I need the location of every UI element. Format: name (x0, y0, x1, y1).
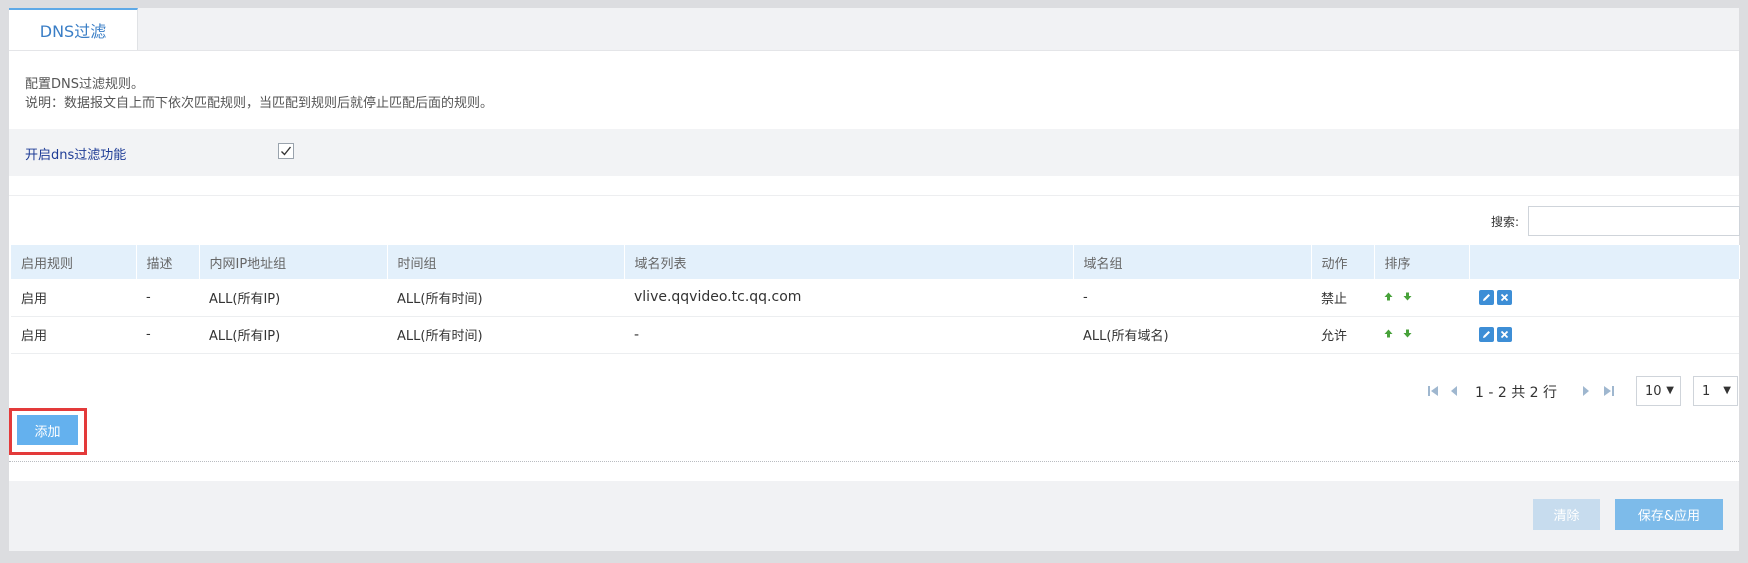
chevron-down-icon: ▼ (1666, 385, 1674, 396)
clear-button[interactable]: 清除 (1533, 499, 1600, 530)
cell-action: 禁止 (1311, 279, 1374, 317)
cell-time-group: ALL(所有时间) (387, 279, 624, 317)
table-row: 启用 - ALL(所有IP) ALL(所有时间) - ALL(所有域名) 允许 (11, 316, 1739, 354)
enable-dns-filter-row: 开启dns过滤功能 (9, 129, 1739, 176)
header-enabled: 启用规则 (11, 245, 137, 279)
rules-table: 启用规则 描述 内网IP地址组 时间组 域名列表 域名组 动作 排序 启用 - … (11, 245, 1740, 354)
header-time-group: 时间组 (387, 245, 625, 279)
add-button[interactable]: 添加 (17, 415, 78, 445)
search-input[interactable] (1528, 206, 1740, 236)
cell-action: 允许 (1311, 316, 1374, 354)
cell-ip-group: ALL(所有IP) (199, 279, 387, 317)
cell-enabled: 启用 (11, 316, 136, 354)
cell-description: - (136, 279, 199, 317)
divider (9, 195, 1739, 196)
cell-ip-group: ALL(所有IP) (199, 316, 387, 354)
check-icon (281, 146, 292, 156)
cell-enabled: 启用 (11, 279, 136, 317)
cell-description: - (136, 316, 199, 354)
description-line1: 配置DNS过滤规则。 (25, 77, 144, 92)
header-operations (1469, 245, 1740, 279)
page-number-value: 1 (1702, 383, 1711, 399)
table-row: 启用 - ALL(所有IP) ALL(所有时间) vlive.qqvideo.t… (11, 279, 1739, 317)
header-domain-group: 域名组 (1073, 245, 1312, 279)
header-action: 动作 (1311, 245, 1375, 279)
enable-dns-filter-label: 开启dns过滤功能 (25, 148, 127, 163)
cell-domain-list: vlive.qqvideo.tc.qq.com (624, 279, 1073, 317)
move-up-icon[interactable] (1384, 290, 1393, 305)
edit-icon[interactable] (1479, 327, 1494, 342)
search-label: 搜索: (1491, 215, 1520, 229)
move-down-icon[interactable] (1403, 327, 1412, 342)
tab-dns-filter[interactable]: DNS过滤 (9, 8, 138, 50)
cell-sort (1374, 279, 1469, 317)
chevron-down-icon: ▼ (1723, 385, 1731, 396)
page-size-value: 10 (1645, 383, 1662, 399)
last-page-icon[interactable] (1603, 385, 1615, 401)
tab-bar: DNS过滤 (9, 8, 1739, 51)
cell-operations (1469, 316, 1739, 354)
cell-domain-group: ALL(所有域名) (1073, 316, 1311, 354)
delete-icon[interactable] (1497, 327, 1512, 342)
move-up-icon[interactable] (1384, 327, 1393, 342)
page-number-select[interactable]: 1 ▼ (1693, 376, 1738, 406)
header-ip-group: 内网IP地址组 (199, 245, 388, 279)
cell-domain-list: - (624, 316, 1073, 354)
header-sort: 排序 (1374, 245, 1470, 279)
move-down-icon[interactable] (1403, 290, 1412, 305)
next-page-icon[interactable] (1581, 385, 1591, 401)
cell-time-group: ALL(所有时间) (387, 316, 624, 354)
table-header-row: 启用规则 描述 内网IP地址组 时间组 域名列表 域名组 动作 排序 (11, 245, 1740, 279)
header-description: 描述 (136, 245, 200, 279)
header-domain-list: 域名列表 (624, 245, 1074, 279)
tab-label: DNS过滤 (39, 22, 107, 41)
prev-page-icon[interactable] (1449, 385, 1459, 401)
description-line2: 说明：数据报文自上而下依次匹配规则，当匹配到规则后就停止匹配后面的规则。 (25, 96, 494, 111)
delete-icon[interactable] (1497, 289, 1512, 305)
page-size-select[interactable]: 10 ▼ (1636, 376, 1681, 406)
first-page-icon[interactable] (1427, 385, 1439, 401)
divider-dotted (9, 461, 1739, 462)
main-frame: DNS过滤 配置DNS过滤规则。 说明：数据报文自上而下依次匹配规则，当匹配到规… (9, 8, 1740, 551)
save-apply-button[interactable]: 保存&应用 (1615, 499, 1723, 530)
content-panel: 配置DNS过滤规则。 说明：数据报文自上而下依次匹配规则，当匹配到规则后就停止匹… (9, 51, 1740, 481)
edit-icon[interactable] (1479, 289, 1494, 305)
enable-dns-filter-checkbox[interactable] (278, 143, 294, 159)
cell-sort (1374, 316, 1469, 354)
cell-operations (1469, 279, 1739, 317)
pagination-info: 1 - 2 共 2 行 (1475, 385, 1558, 401)
cell-domain-group: - (1073, 279, 1311, 317)
